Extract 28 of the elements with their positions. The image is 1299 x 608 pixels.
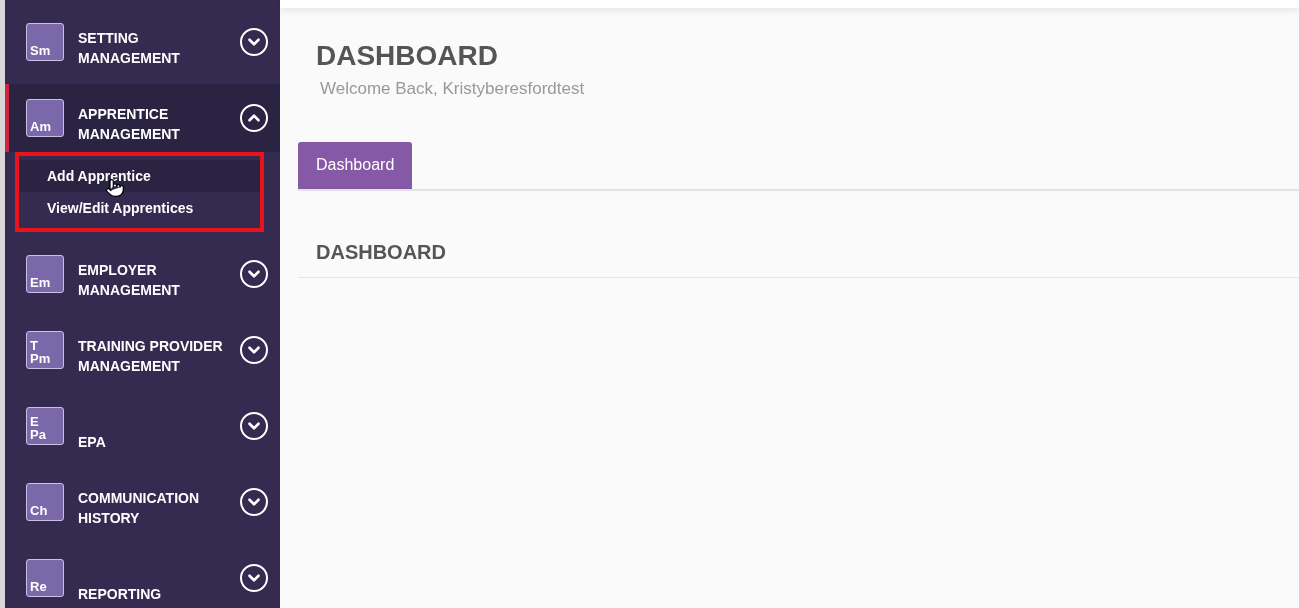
menu-badge: T Pm [26,331,64,369]
chevron-down-icon[interactable] [240,28,268,56]
menu-badge: Re [26,559,64,597]
menu-badge: Ch [26,483,64,521]
welcome-text: Welcome Back, Kristyberesfordtest [320,78,586,100]
tab[interactable]: Dashboard [298,141,413,189]
page-title: DASHBOARD [316,40,499,72]
submenu-item[interactable]: View/Edit Apprentices [19,192,260,224]
sidebar-item[interactable]: Am APPRENTICE MANAGEMENT [5,84,280,152]
menu-badge: Em [26,255,64,293]
submenu-item[interactable]: Add Apprentice [19,160,260,192]
menu-badge: E Pa [26,407,64,445]
menu-badge: Am [26,99,64,137]
menu-label: APPRENTICE MANAGEMENT [78,105,181,144]
chevron-down-icon[interactable] [240,260,268,288]
chevron-down-icon[interactable] [240,564,268,592]
menu-label: REPORTING [78,585,163,604]
chevron-down-icon[interactable] [240,412,268,440]
menu-label: EPA [78,433,107,452]
section-title: DASHBOARD [316,239,447,265]
menu-label: EMPLOYER MANAGEMENT [78,261,181,300]
menu-label: TRAINING PROVIDER MANAGEMENT [78,337,224,376]
chevron-down-icon[interactable] [240,336,268,364]
menu-badge: Sm [26,23,64,61]
menu-label: COMMUNICATION HISTORY [78,489,201,528]
chevron-down-icon[interactable] [240,488,268,516]
menu-label: SETTING MANAGEMENT [78,29,181,68]
chevron-up-icon[interactable] [240,104,268,132]
